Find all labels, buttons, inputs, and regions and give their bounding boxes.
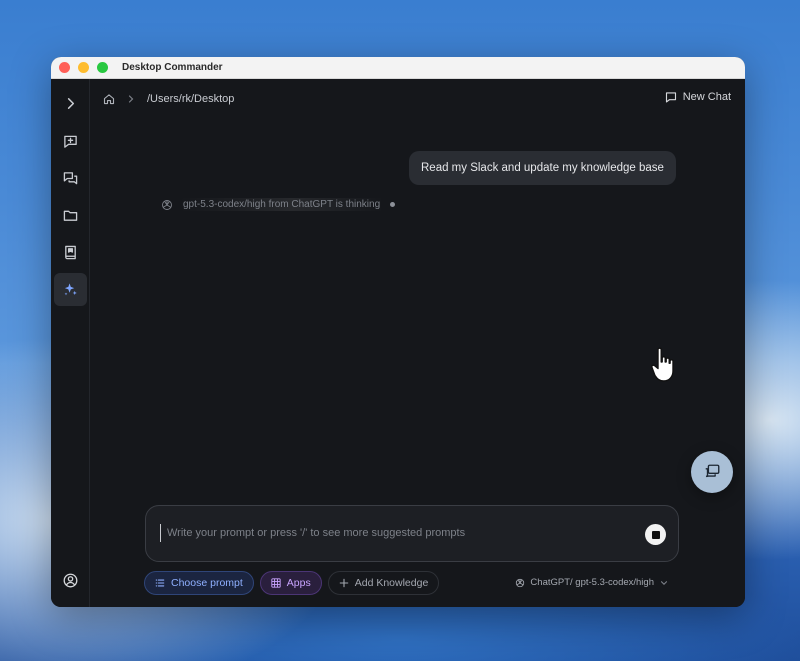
app-window: Desktop Commander /Users/rk/Desktop New … (51, 57, 745, 607)
list-icon (155, 579, 165, 587)
sidebar-item-files[interactable] (54, 199, 87, 232)
home-icon[interactable] (103, 93, 115, 105)
apps-button[interactable]: Apps (259, 571, 322, 595)
assistant-thinking-status: gpt-5.3-codex/high from ChatGPT is think… (161, 198, 396, 211)
chats-icon (705, 464, 720, 478)
model-selector[interactable]: ChatGPT/ gpt-5.3-codex/high (515, 577, 669, 588)
sparkles-icon (64, 283, 77, 296)
prompt-toolbar: Choose prompt Apps Add Knowledge (144, 571, 440, 595)
account-button[interactable] (54, 564, 87, 597)
close-window-button[interactable] (59, 62, 70, 73)
chat-plus-icon (64, 135, 77, 148)
user-circle-icon (63, 573, 78, 588)
sidebar-item-knowledge[interactable] (54, 236, 87, 269)
sidebar-item-chats[interactable] (54, 162, 87, 195)
new-chat-button[interactable]: New Chat (665, 91, 731, 103)
choose-prompt-button[interactable]: Choose prompt (144, 571, 254, 595)
minimize-window-button[interactable] (78, 62, 89, 73)
openai-logo-icon (162, 199, 172, 210)
chats-icon (63, 172, 78, 185)
current-path[interactable]: /Users/rk/Desktop (147, 93, 234, 105)
sidebar (51, 79, 90, 607)
thinking-label: gpt-5.3-codex/high from ChatGPT is think… (179, 198, 385, 211)
title-bar: Desktop Commander (51, 57, 745, 79)
apps-label: Apps (286, 577, 311, 589)
hand-cursor-icon (651, 347, 674, 382)
window-controls (59, 62, 108, 73)
stop-generation-button[interactable] (645, 524, 666, 545)
prompt-input[interactable] (160, 524, 630, 542)
book-icon (65, 245, 76, 260)
sidebar-item-ai[interactable] (54, 273, 87, 306)
message-icon (665, 92, 676, 103)
folder-icon (63, 210, 78, 221)
stop-icon (651, 530, 660, 539)
sidebar-expand-button[interactable] (54, 87, 87, 120)
sidebar-item-new-chat[interactable] (54, 125, 87, 158)
model-label: ChatGPT/ gpt-5.3-codex/high (530, 577, 654, 588)
choose-prompt-label: Choose prompt (171, 577, 243, 589)
prompt-box (145, 505, 679, 562)
grid-icon (271, 578, 281, 588)
new-chat-label: New Chat (682, 91, 731, 103)
user-message-bubble: Read my Slack and update my knowledge ba… (409, 151, 676, 185)
chevron-right-icon (67, 98, 75, 109)
breadcrumb: /Users/rk/Desktop (103, 91, 234, 107)
openai-logo-icon (516, 578, 525, 587)
plus-icon (339, 578, 349, 588)
window-title: Desktop Commander (122, 62, 223, 73)
chevron-down-icon (660, 580, 668, 585)
main-panel: /Users/rk/Desktop New Chat Read my Slack… (91, 79, 745, 607)
add-knowledge-label: Add Knowledge (354, 577, 429, 589)
thinking-indicator-dot (390, 202, 396, 207)
floating-chat-button[interactable] (691, 451, 733, 493)
chevron-right-icon (128, 95, 134, 103)
add-knowledge-button[interactable]: Add Knowledge (327, 571, 440, 595)
maximize-window-button[interactable] (97, 62, 108, 73)
